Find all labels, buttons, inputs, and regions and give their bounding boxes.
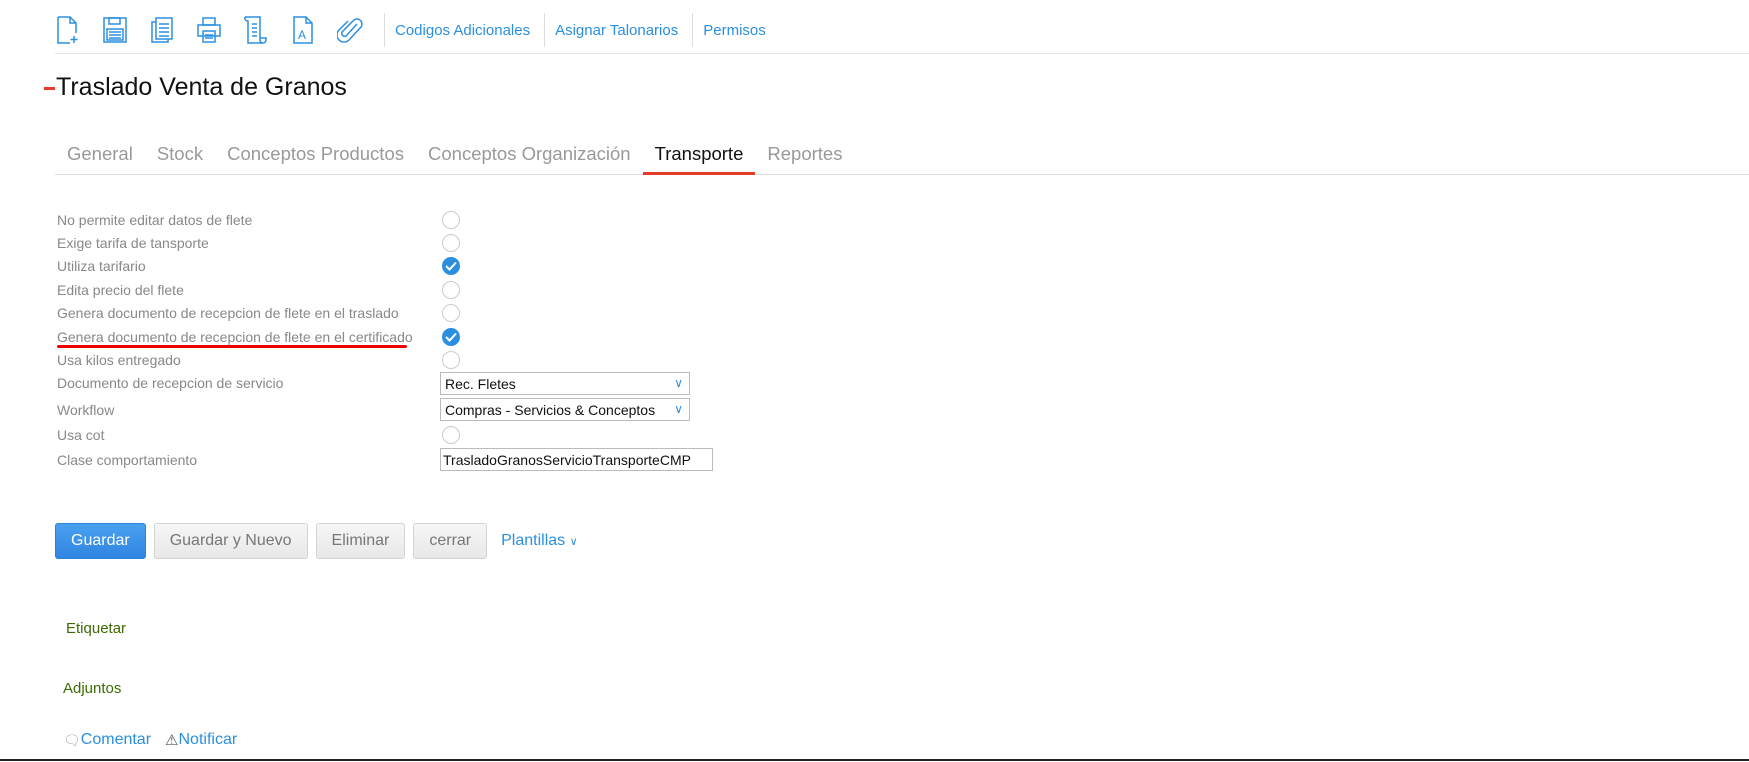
attachment-icon[interactable]: [337, 15, 363, 45]
tab-conceptos-productos[interactable]: Conceptos Productos: [215, 140, 416, 175]
permisos-link[interactable]: Permisos: [703, 22, 766, 39]
footer-actions: 🗨 Comentar ⚠ Notificar: [63, 731, 237, 749]
action-buttons: Guardar Guardar y Nuevo Eliminar cerrar …: [55, 523, 578, 559]
edita-precio-checkbox[interactable]: [442, 280, 460, 299]
toolbar: A Codigos Adicionales Asignar Talonarios…: [55, 12, 780, 48]
scroll-icon[interactable]: [243, 15, 269, 45]
divider: [384, 13, 385, 47]
guardar-y-nuevo-button[interactable]: Guardar y Nuevo: [153, 523, 308, 559]
print-icon[interactable]: [196, 15, 222, 45]
plantillas-dropdown[interactable]: Plantillas ∨: [501, 532, 578, 550]
utiliza-tarifario-checkbox[interactable]: [442, 257, 460, 276]
guardar-button[interactable]: Guardar: [55, 523, 146, 559]
comentar-link[interactable]: Comentar: [81, 731, 151, 749]
tab-reportes[interactable]: Reportes: [755, 140, 854, 175]
page-title: Traslado Venta de Granos: [56, 73, 347, 101]
label: Genera documento de recepcion de flete e…: [57, 305, 399, 322]
exige-tarifa-checkbox[interactable]: [442, 234, 460, 253]
tab-stock[interactable]: Stock: [145, 140, 215, 175]
warning-icon: ⚠: [165, 732, 179, 749]
chevron-down-icon: ∨: [569, 536, 578, 548]
text-document-icon[interactable]: A: [290, 15, 316, 45]
bottom-border: [0, 759, 1749, 761]
no-permite-checkbox[interactable]: [442, 210, 460, 229]
chevron-down-icon: ∨: [674, 375, 683, 390]
transport-form: No permite editar datos de flete Exige t…: [57, 208, 713, 472]
notificar-link[interactable]: Notificar: [178, 731, 237, 749]
usa-kilos-checkbox[interactable]: [442, 351, 460, 370]
tab-transporte[interactable]: Transporte: [642, 140, 756, 175]
label: Documento de recepcion de servicio: [57, 375, 284, 392]
eliminar-button[interactable]: Eliminar: [315, 523, 406, 559]
tab-conceptos-organizacion[interactable]: Conceptos Organización: [416, 140, 643, 175]
label: Exige tarifa de tansporte: [57, 235, 209, 252]
comment-icon: 🗨: [63, 731, 81, 748]
copy-icon[interactable]: [149, 15, 175, 45]
label: Workflow: [57, 401, 115, 418]
label: Edita precio del flete: [57, 281, 184, 298]
cerrar-button[interactable]: cerrar: [413, 523, 488, 559]
label: Clase comportamiento: [57, 451, 198, 468]
new-document-icon[interactable]: [55, 15, 81, 45]
usa-cot-checkbox[interactable]: [442, 426, 460, 445]
divider: [544, 13, 546, 47]
label: Genera documento de recepcion de flete e…: [57, 328, 413, 345]
label: Utiliza tarifario: [57, 258, 146, 275]
select-value: Compras - Servicios & Conceptos: [445, 402, 656, 419]
save-icon[interactable]: [102, 15, 128, 45]
chevron-down-icon: ∨: [674, 402, 683, 417]
genera-traslado-checkbox[interactable]: [442, 304, 460, 323]
etiquetar-link[interactable]: Etiquetar: [66, 620, 126, 637]
plantillas-label: Plantillas: [501, 532, 566, 549]
svg-text:A: A: [298, 28, 306, 42]
asignar-talonarios-link[interactable]: Asignar Talonarios: [555, 22, 678, 39]
collapse-marker[interactable]: [44, 87, 55, 90]
documento-recepcion-select[interactable]: Rec. Fletes ∨: [440, 371, 690, 395]
divider: [692, 13, 694, 47]
adjuntos-link[interactable]: Adjuntos: [63, 680, 121, 697]
clase-comportamiento-input[interactable]: TrasladoGranosServicioTransporteCMP: [440, 448, 713, 472]
workflow-select[interactable]: Compras - Servicios & Conceptos ∨: [440, 398, 690, 422]
divider: [55, 53, 1749, 54]
tabs: General Stock Conceptos Productos Concep…: [55, 140, 1749, 175]
tab-general[interactable]: General: [55, 140, 145, 175]
select-value: Rec. Fletes: [445, 375, 516, 392]
genera-certificado-checkbox[interactable]: [442, 327, 460, 346]
codigos-adicionales-link[interactable]: Codigos Adicionales: [395, 22, 530, 39]
label: Usa cot: [57, 427, 105, 444]
label: Usa kilos entregado: [57, 352, 181, 369]
label: No permite editar datos de flete: [57, 211, 253, 228]
